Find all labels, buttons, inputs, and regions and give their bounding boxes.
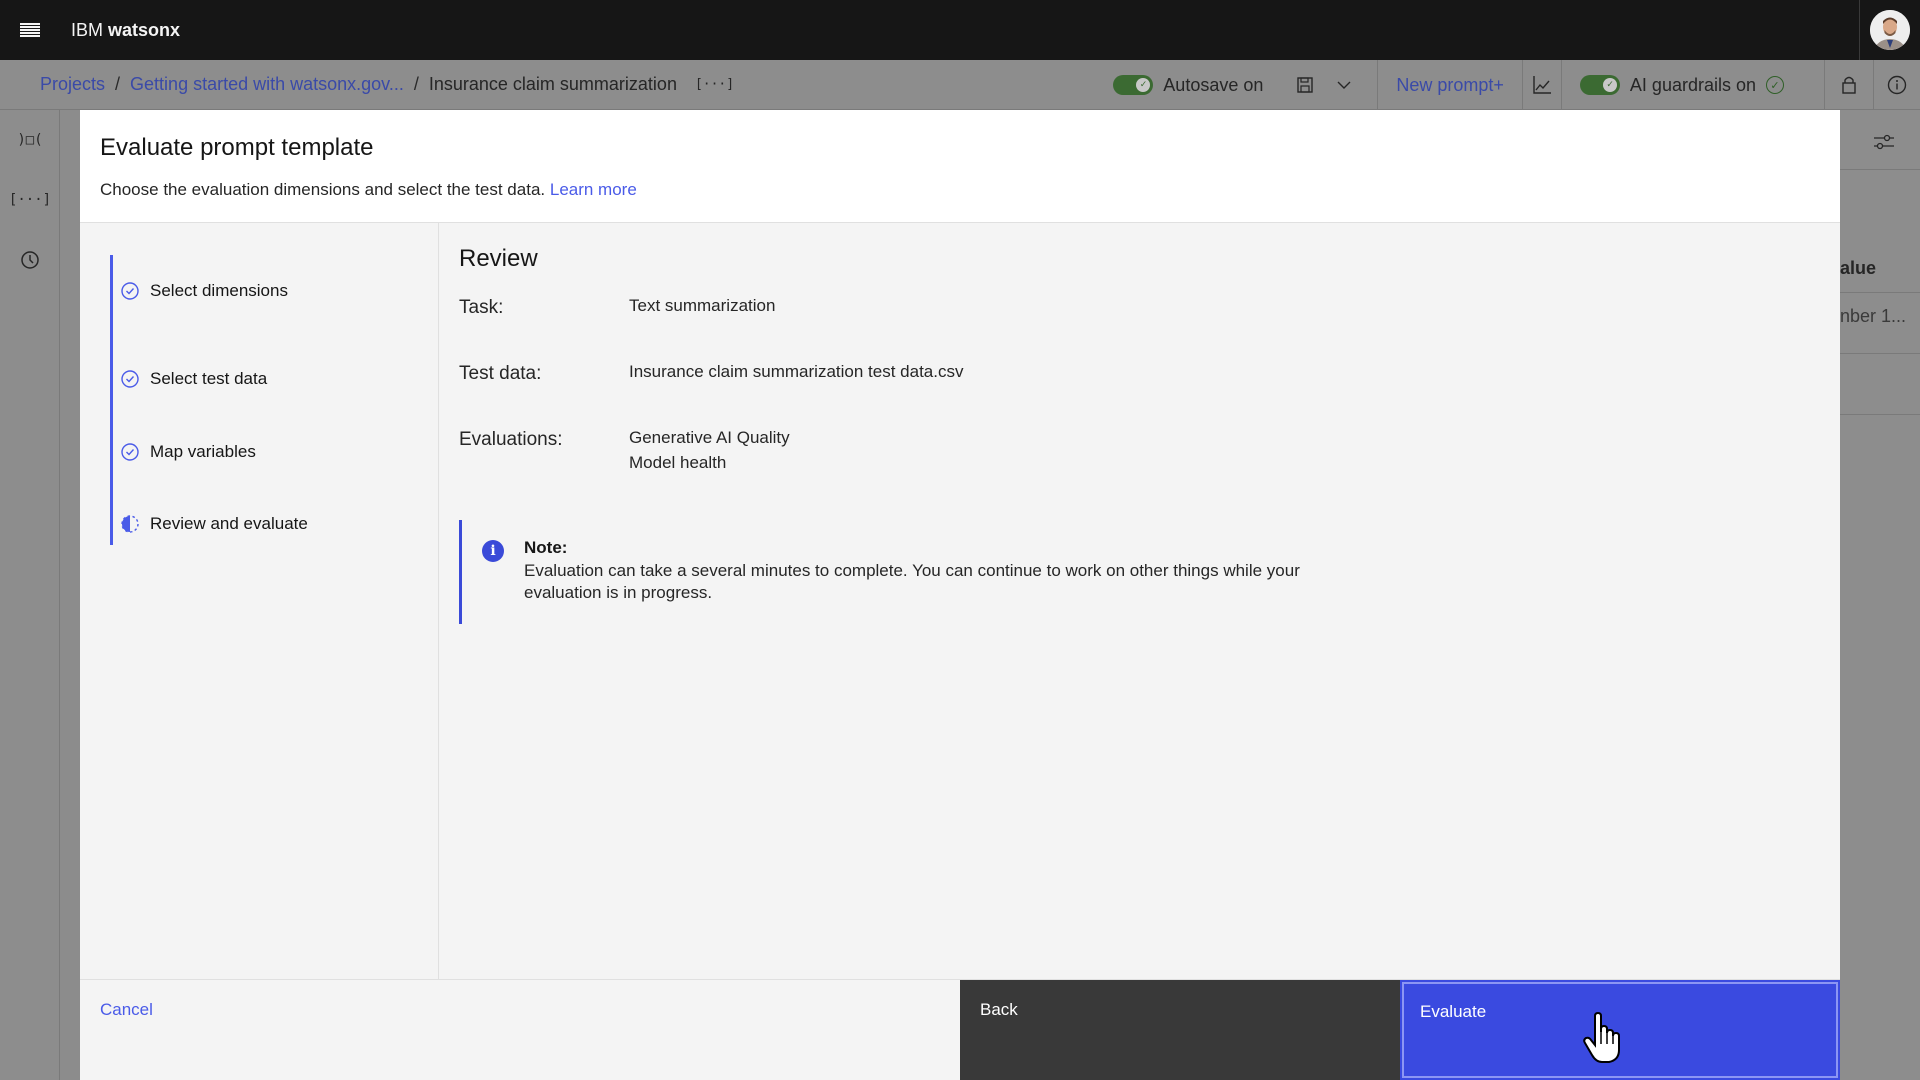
avatar-image-icon [1870,10,1910,50]
notification-text: Evaluation can take a several minutes to… [524,561,1300,602]
save-options-dropdown[interactable] [1329,60,1359,110]
progress-steps: Select dimensions Select test data Map v… [80,223,439,979]
toolbar: ✓ Autosave on New prompt + ✓ AI guardrai… [1095,60,1920,110]
new-prompt-button[interactable]: New prompt + [1377,60,1522,110]
step-select-dimensions[interactable]: Select dimensions [110,255,438,327]
incomplete-icon [121,515,139,533]
step-map-variables[interactable]: Map variables [110,432,438,472]
evaluations-list: Generative AI Quality Model health [629,425,790,475]
guardrails-label: AI guardrails on [1629,74,1756,95]
save-button[interactable] [1281,60,1329,110]
modal-subtitle: Choose the evaluation dimensions and sel… [100,180,1820,200]
left-rail: )□( [···] [0,110,60,1080]
check-icon: ✓ [1139,79,1148,89]
divider [1840,353,1920,354]
notification-title: Note: [524,538,568,557]
test-data-value: Insurance claim summarization test data.… [629,362,964,381]
evaluations-label: Evaluations: [459,429,563,450]
breadcrumb-current: Insurance claim summarization [428,74,677,94]
modal-footer: Cancel Back Evaluate [80,979,1840,1080]
step-label: Review and evaluate [150,514,308,533]
step-label: Select test data [150,369,268,388]
task-label: Task: [459,297,504,318]
evaluate-button-label: Evaluate [1420,1002,1487,1021]
modal-header: Evaluate prompt template Choose the eval… [80,110,1840,223]
prompt-variables-icon[interactable]: [···] [695,77,734,92]
evaluation-item: Model health [629,453,727,472]
review-test-data-row: Test data: Insurance claim summarization… [459,359,1820,385]
checkmark-outline-icon [121,370,139,388]
breadcrumb-separator: / [413,74,419,94]
lock-icon [1842,76,1856,94]
step-label: Select dimensions [150,281,288,300]
table-cell: nber 1... [1840,306,1907,326]
hand-pointer-cursor-icon [1583,1012,1620,1063]
test-data-label: Test data: [459,363,542,384]
learn-more-link[interactable]: Learn more [550,180,637,199]
autosave-toggle[interactable]: ✓ [1113,75,1154,95]
back-button[interactable]: Back [960,980,1400,1080]
notification-content: Note: Evaluation can take a several minu… [524,538,1364,604]
check-icon: ✓ [1606,79,1614,89]
step-label: Map variables [150,442,256,461]
breadcrumb-project[interactable]: Getting started with watsonx.gov... [130,74,404,95]
evaluation-item: Generative AI Quality [629,428,790,447]
compare-icon: )□( [17,132,43,148]
checkmark-outline-icon [121,443,139,461]
new-prompt-label: New prompt [1396,74,1494,95]
table-column-header: alue [1840,258,1877,278]
review-task-row: Task: Text summarization [459,293,1820,319]
breadcrumb-separator: / [115,74,121,94]
hamburger-menu-button[interactable] [0,0,60,60]
evaluate-prompt-modal: Evaluate prompt template Choose the eval… [80,110,1840,1080]
info-button[interactable] [1873,60,1920,110]
divider [1859,0,1860,60]
evaluate-button[interactable]: Evaluate [1400,980,1840,1080]
autosave-group: ✓ Autosave on [1095,60,1377,110]
checkmark-outline-icon [121,282,139,300]
chart-line-icon [1533,76,1551,94]
breadcrumb: Projects / Getting started with watsonx.… [40,74,734,95]
task-value: Text summarization [629,296,776,315]
guardrails-toggle[interactable]: ✓ [1579,75,1620,95]
info-notification: i Note: Evaluation can take a several mi… [459,520,1359,624]
variables-button[interactable]: [···] [0,170,60,230]
divider [1840,292,1920,293]
information-filled-icon: i [482,540,504,562]
background-panel: alue nber 1... [1840,110,1920,1080]
settings-adjust-icon[interactable] [1872,130,1896,154]
checkmark-outline-icon: ✓ [1766,76,1784,94]
chevron-down-icon [1337,81,1351,89]
menu-icon [20,29,40,31]
user-avatar[interactable] [1870,10,1910,50]
cancel-button[interactable]: Cancel [80,980,960,1080]
information-icon [1887,75,1907,95]
divider [1840,414,1920,415]
modal-title: Evaluate prompt template [100,134,374,161]
history-icon [21,251,39,269]
modal-subtitle-text: Choose the evaluation dimensions and sel… [100,180,546,199]
history-button[interactable] [0,230,60,290]
guardrails-group: ✓ AI guardrails on ✓ [1560,60,1824,110]
modal-body: Select dimensions Select test data Map v… [80,223,1840,979]
evaluate-chart-button[interactable] [1521,60,1561,110]
plus-icon: + [1493,74,1504,95]
top-header: IBM watsonx [0,0,1920,60]
step-select-test-data[interactable]: Select test data [110,359,438,399]
lock-button[interactable] [1824,60,1873,110]
brand-logo[interactable]: IBM watsonx [71,20,180,41]
review-evaluations-row: Evaluations: Generative AI Quality Model… [459,425,1820,475]
compare-button[interactable]: )□( [0,110,60,170]
autosave-label: Autosave on [1163,74,1264,95]
save-icon [1297,77,1314,93]
step-review-and-evaluate[interactable]: Review and evaluate [110,504,438,544]
review-panel: Review Task: Text summarization Test dat… [439,223,1840,979]
review-heading: Review [459,245,538,272]
breadcrumb-bar: Projects / Getting started with watsonx.… [0,60,1920,110]
divider [1840,169,1920,170]
breadcrumb-projects[interactable]: Projects [40,74,105,95]
variables-icon: [···] [8,192,52,208]
